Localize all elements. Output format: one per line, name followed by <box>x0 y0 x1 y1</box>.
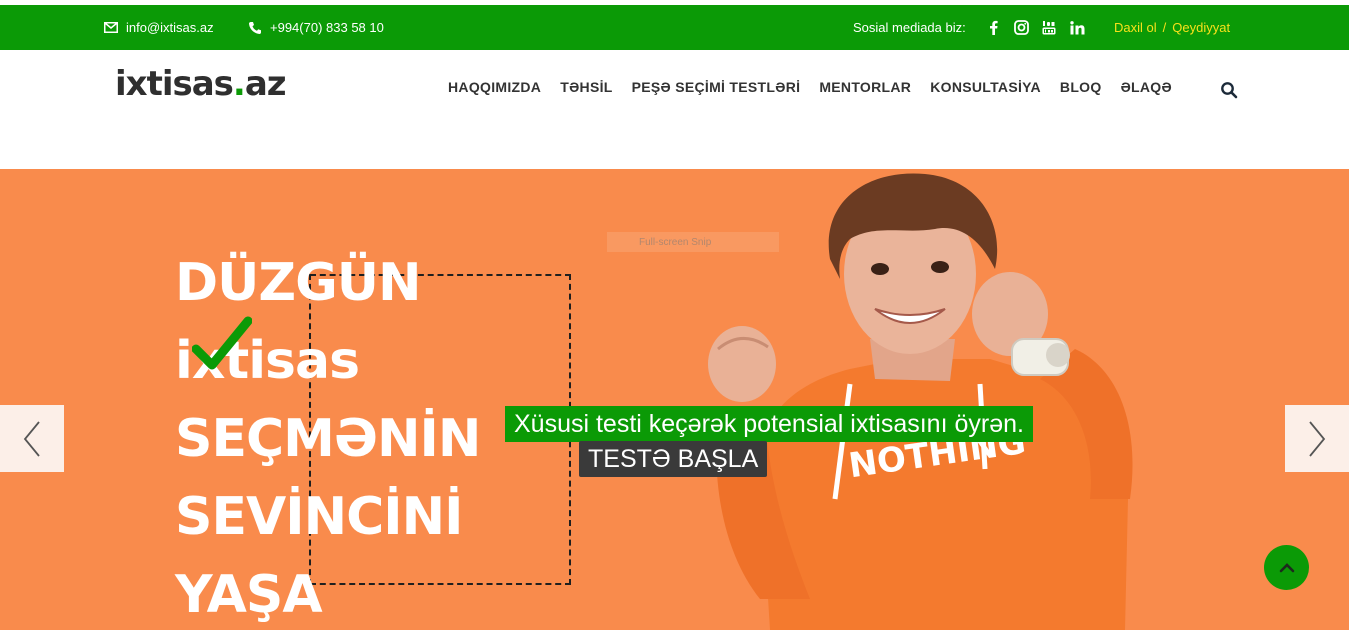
logo-dot: . <box>232 64 246 104</box>
hero-slider: DÜZGÜN ixtisas SEÇMƏNİN SEVİNCİNİ YAŞA F… <box>0 169 1349 630</box>
social-icons <box>985 5 1085 50</box>
login-link[interactable]: Daxil ol <box>1114 20 1157 35</box>
phone-icon <box>249 21 261 34</box>
mail-icon <box>104 22 118 33</box>
chevron-right-icon <box>1309 420 1326 457</box>
page: info@ixtisas.az +994(70) 833 58 10 Sosia… <box>0 0 1349 630</box>
youtube-icon[interactable] <box>1041 20 1057 36</box>
logo-main: ixtisas <box>115 64 234 104</box>
start-test-button[interactable]: TESTƏ BAŞLA <box>579 441 768 477</box>
register-link[interactable]: Qeydiyyat <box>1172 20 1230 35</box>
headline-line-5: YAŞA <box>175 565 323 625</box>
instagram-icon[interactable] <box>1013 20 1029 36</box>
checkmark-icon <box>192 316 252 370</box>
site-header: ixtisas. az HAQQIMIZDA TƏHSİL PEŞƏ SEÇİMİ… <box>0 50 1349 169</box>
site-logo[interactable]: ixtisas. az <box>115 64 287 104</box>
main-nav: HAQQIMIZDA TƏHSİL PEŞƏ SEÇİMİ TESTLƏRİ M… <box>448 79 1191 95</box>
email-text: info@ixtisas.az <box>126 20 214 35</box>
headline-line-3: SEÇMƏNİN <box>175 409 481 469</box>
nav-item-bloq[interactable]: BLOQ <box>1060 79 1102 95</box>
nav-item-konsultasiya[interactable]: KONSULTASİYA <box>930 79 1041 95</box>
slider-next-button[interactable] <box>1285 405 1349 472</box>
nav-item-tehsil[interactable]: TƏHSİL <box>560 79 612 95</box>
top-bar: info@ixtisas.az +994(70) 833 58 10 Sosia… <box>0 5 1349 50</box>
slider-prev-button[interactable] <box>0 405 64 472</box>
chevron-up-icon <box>1279 562 1294 572</box>
phone-text: +994(70) 833 58 10 <box>270 20 384 35</box>
nav-item-haqqimizda[interactable]: HAQQIMIZDA <box>448 79 541 95</box>
phone-link[interactable]: +994(70) 833 58 10 <box>248 5 384 50</box>
student-photo: NOTHING <box>708 173 1133 630</box>
nav-item-elaqe[interactable]: ƏLAQƏ <box>1121 79 1172 95</box>
auth-links: Daxil ol / Qeydiyyat <box>1114 5 1230 50</box>
scroll-to-top-button[interactable] <box>1264 545 1309 590</box>
auth-separator: / <box>1162 20 1167 35</box>
chevron-left-icon <box>23 420 40 457</box>
email-link[interactable]: info@ixtisas.az <box>104 5 214 50</box>
search-icon[interactable] <box>1220 81 1238 99</box>
headline-line-4: SEVİNCİNİ <box>175 487 463 547</box>
nav-item-mentorlar[interactable]: MENTORLAR <box>819 79 911 95</box>
linkedin-icon[interactable] <box>1069 20 1085 36</box>
headline-line-1: DÜZGÜN <box>175 253 422 313</box>
logo-tld: az <box>244 64 287 104</box>
facebook-icon[interactable] <box>985 20 1001 36</box>
hero-headline: DÜZGÜN ixtisas SEÇMƏNİN SEVİNCİNİ YAŞA <box>175 244 481 630</box>
nav-item-pese-secimi-testleri[interactable]: PEŞƏ SEÇİMİ TESTLƏRİ <box>632 79 801 95</box>
social-label: Sosial mediada biz: <box>853 20 966 35</box>
hero-caption: Xüsusi testi keçərək potensial ixtisasın… <box>505 406 1033 442</box>
